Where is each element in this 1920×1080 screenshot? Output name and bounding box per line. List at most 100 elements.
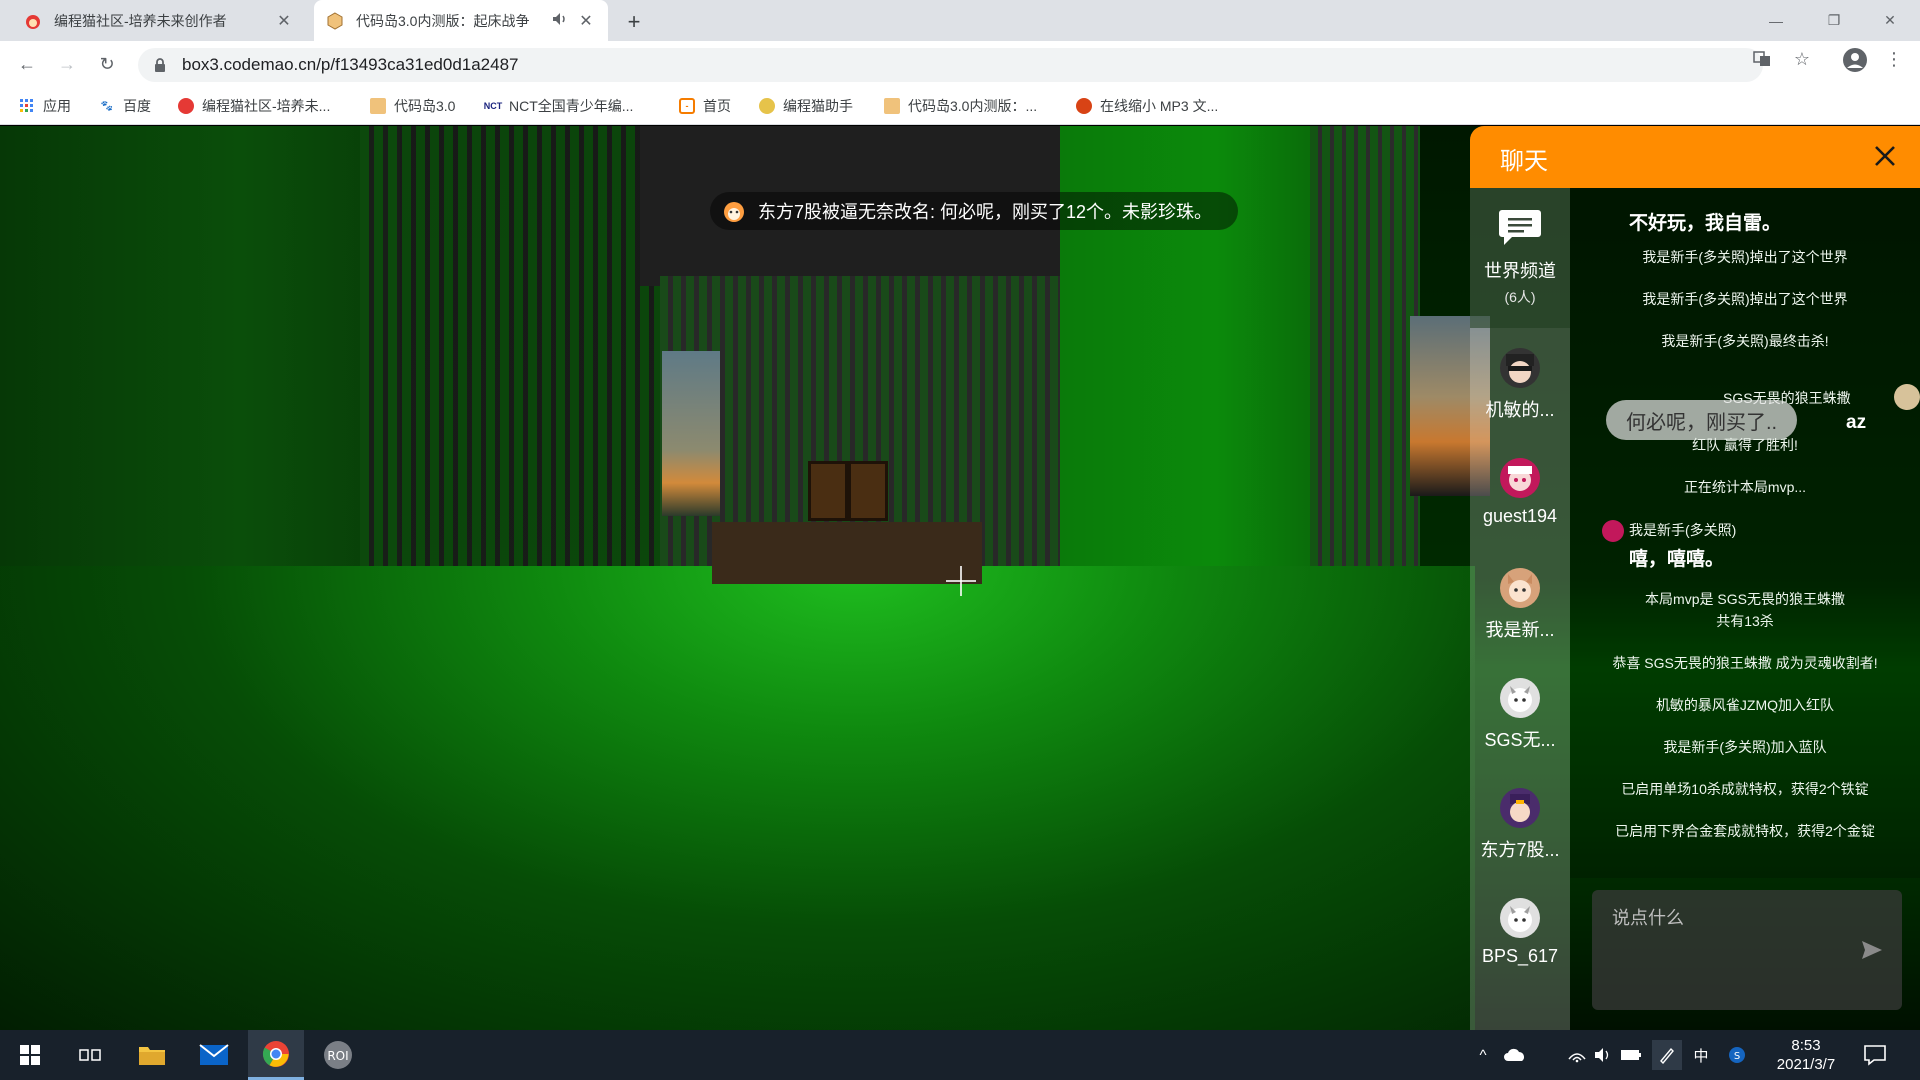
notification-center-icon[interactable] <box>1862 1042 1888 1068</box>
chat-channel-list: 世界频道 (6人) 机敏的... guest194 我是新... SGS无...… <box>1470 188 1570 1030</box>
user-avatar <box>1500 678 1540 718</box>
user-name: BPS_617 <box>1481 946 1559 966</box>
world-channel[interactable]: 世界频道 (6人) <box>1470 188 1570 328</box>
pen-workspace-icon[interactable] <box>1652 1040 1682 1070</box>
user-name: 机敏的... <box>1485 400 1555 420</box>
battery-icon[interactable] <box>1620 1044 1642 1066</box>
translate-icon[interactable] <box>1752 49 1772 69</box>
taskbar-clock[interactable]: 8:53 2021/3/7 <box>1768 1036 1844 1074</box>
treasure-chest[interactable] <box>808 461 888 521</box>
user-name: guest194 <box>1482 506 1558 526</box>
browser-toolbar: ← → ↻ box3.codemao.cn/p/f13493ca31ed0d1a… <box>0 41 1920 87</box>
reload-icon[interactable]: ↻ <box>93 50 121 78</box>
ime-status-icon[interactable]: S <box>1726 1044 1748 1066</box>
tab-close-icon[interactable]: ✕ <box>574 9 598 33</box>
chat-user[interactable]: BPS_617 <box>1470 890 1570 990</box>
codemao-favicon-icon <box>24 12 42 30</box>
user-avatar <box>1500 348 1540 388</box>
codemao-favicon-icon <box>178 98 194 114</box>
user-avatar <box>1602 520 1624 542</box>
user-name: 我是新... <box>1485 620 1555 640</box>
user-avatar <box>1500 458 1540 498</box>
bookmark-label: 首页 <box>703 98 731 114</box>
wifi-icon[interactable] <box>1566 1044 1588 1066</box>
bookmark-codemao-community[interactable]: 编程猫社区-培养未... <box>178 96 330 116</box>
user-avatar <box>1894 384 1920 410</box>
crosshair-icon <box>946 566 976 596</box>
user-avatar <box>1500 898 1540 938</box>
bookmark-home[interactable]: - 首页 <box>679 96 731 116</box>
user-name: SGS无... <box>1484 730 1556 750</box>
chrome-taskbar-icon[interactable] <box>248 1030 304 1080</box>
window-close-icon[interactable]: ✕ <box>1866 0 1914 41</box>
browser-menu-icon[interactable]: ⋮ <box>1884 49 1904 69</box>
bookmark-box3[interactable]: 代码岛3.0 <box>370 96 455 116</box>
bookmark-box3-beta[interactable]: 代码岛3.0内测版：... <box>884 96 1037 116</box>
ime-indicator[interactable]: 中 <box>1690 1044 1712 1066</box>
file-explorer-icon[interactable] <box>124 1030 180 1080</box>
bookmark-label: 代码岛3.0 <box>394 98 456 114</box>
profile-avatar-icon[interactable] <box>1842 47 1868 73</box>
svg-text:ROI: ROI <box>327 1049 348 1063</box>
chat-user[interactable]: 东方7股... <box>1470 780 1570 880</box>
chat-user[interactable]: 机敏的... <box>1470 340 1570 440</box>
scene-window <box>662 351 720 516</box>
world-channel-label: 世界频道 <box>1484 261 1556 281</box>
mail-icon[interactable] <box>186 1030 242 1080</box>
app-taskbar-icon[interactable]: ROI <box>310 1030 366 1080</box>
bookmark-mp3-compress[interactable]: 在线缩小 MP3 文... <box>1076 96 1218 116</box>
bookmark-apps[interactable]: 应用 <box>19 96 71 116</box>
codemao-helper-icon <box>759 98 775 114</box>
chat-input[interactable]: 说点什么 <box>1592 890 1902 1010</box>
box3-favicon-icon <box>326 11 344 30</box>
onedrive-icon[interactable] <box>1502 1044 1528 1066</box>
address-bar[interactable]: box3.codemao.cn/p/f13493ca31ed0d1a2487 <box>138 48 1763 82</box>
chat-message-list[interactable]: 不好玩，我自雷。 我是新手(多关照)掉出了这个世界 我是新手(多关照)掉出了这个… <box>1570 188 1920 878</box>
bookmark-label: 百度 <box>123 98 151 114</box>
system-message: 本局mvp是 SGS无畏的狼王蛛撒 <box>1645 591 1845 607</box>
bookmark-label: 代码岛3.0内测版：... <box>908 98 1038 114</box>
lock-icon[interactable] <box>152 57 168 73</box>
system-message: 机敏的暴风雀JZMQ加入红队 <box>1655 697 1835 713</box>
send-icon[interactable] <box>1860 938 1884 962</box>
chat-message-sender: 我是新手(多关照) <box>1629 522 1737 538</box>
tray-expand-icon[interactable]: ^ <box>1472 1044 1494 1066</box>
minimize-icon[interactable]: — <box>1752 0 1800 41</box>
system-message: 正在统计本局mvp... <box>1683 479 1807 495</box>
chat-message-text: 不好玩，我自雷。 <box>1629 213 1782 234</box>
chat-message-text: az <box>1846 412 1867 433</box>
chat-close-icon[interactable] <box>1870 141 1900 171</box>
chat-user[interactable]: SGS无... <box>1470 670 1570 770</box>
system-message: 我是新手(多关照)最终击杀! <box>1661 333 1829 349</box>
chat-user[interactable]: 我是新... <box>1470 560 1570 660</box>
tab-title: 代码岛3.0内测版：起床战争 <box>356 12 530 29</box>
system-message: 已启用下界合金套成就特权，获得2个金锭 <box>1615 823 1875 839</box>
tab-close-icon[interactable]: ✕ <box>272 9 296 33</box>
back-icon[interactable]: ← <box>13 50 41 78</box>
bookmark-star-icon[interactable]: ☆ <box>1792 49 1812 69</box>
task-view-icon[interactable] <box>62 1030 118 1080</box>
system-message: 我是新手(多关照)掉出了这个世界 <box>1642 249 1848 265</box>
restore-icon[interactable]: ❐ <box>1810 0 1858 41</box>
game-notification: 东方7股被逼无奈改名: 何必呢，刚买了12个。未影珍珠。 <box>710 192 1239 230</box>
new-tab-button[interactable]: + <box>620 8 648 36</box>
chat-bubble-icon <box>1499 210 1541 245</box>
tab-box3[interactable]: 代码岛3.0内测版：起床战争 ✕ <box>314 0 608 41</box>
scene-wall <box>360 126 680 606</box>
forward-icon[interactable]: → <box>53 50 81 78</box>
chat-user[interactable]: guest194 <box>1470 450 1570 550</box>
svg-text:S: S <box>1734 1051 1740 1062</box>
user-avatar <box>1500 568 1540 608</box>
audio-playing-icon[interactable] <box>552 12 568 29</box>
bookmark-baidu[interactable]: 🐾 百度 <box>99 96 151 116</box>
clock-time: 8:53 <box>1791 1037 1821 1054</box>
bookmark-codemao-helper[interactable]: 编程猫助手 <box>759 96 853 116</box>
bookmark-label: 应用 <box>43 98 71 114</box>
windows-start-icon[interactable] <box>2 1030 58 1080</box>
volume-icon[interactable] <box>1592 1044 1614 1066</box>
tab-codemao-community[interactable]: 编程猫社区-培养未来创作者 ✕ <box>12 0 306 41</box>
chat-panel: 聊天 世界频道 (6人) 机敏的... guest194 我是新... SGS无… <box>1470 126 1920 1030</box>
system-message: 已启用单场10杀成就特权，获得2个铁锭 <box>1621 781 1869 797</box>
bookmark-nct[interactable]: NCT NCT全国青少年编... <box>484 96 634 116</box>
chat-title: 聊天 <box>1500 148 1548 175</box>
